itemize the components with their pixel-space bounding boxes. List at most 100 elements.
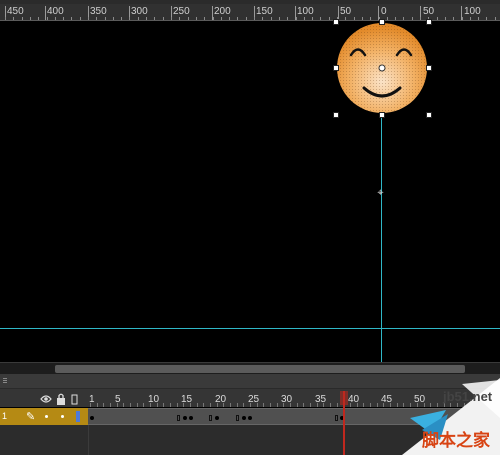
frame-tick [183, 403, 184, 407]
transform-handle-left[interactable] [333, 65, 339, 71]
ruler-minor-tick [221, 17, 222, 20]
ruler-minor-tick [129, 17, 130, 20]
frame-tick [497, 403, 498, 407]
frame-tick [210, 403, 211, 407]
transform-handle-bottom-right[interactable] [426, 112, 432, 118]
transform-handle-bottom-left[interactable] [333, 112, 339, 118]
frame-tick [90, 403, 91, 407]
eye-icon[interactable] [40, 395, 52, 403]
transform-handle-top-right[interactable] [426, 19, 432, 25]
ruler-label: 0 [381, 6, 387, 17]
keyframe[interactable] [242, 416, 246, 420]
frame-tick [310, 403, 311, 407]
panel-grip-icon[interactable] [3, 378, 7, 384]
ruler-minor-tick [96, 17, 97, 20]
keyframe[interactable] [248, 416, 252, 420]
ruler-minor-tick [213, 17, 214, 20]
ruler-minor-tick [362, 17, 363, 20]
layer-name[interactable]: 1 [2, 411, 7, 421]
ruler-minor-tick [329, 17, 330, 20]
ruler-minor-tick [287, 17, 288, 20]
ruler-minor-tick [387, 17, 388, 20]
playhead[interactable] [343, 391, 345, 455]
visibility-dot[interactable] [45, 415, 48, 418]
frame-tick [283, 403, 284, 407]
transform-handle-top-left[interactable] [333, 19, 339, 25]
scrollbar-thumb[interactable] [55, 365, 465, 373]
ruler-minor-tick [271, 17, 272, 20]
watermark-text: 脚本之家 [422, 431, 490, 450]
frame-tick [290, 403, 291, 407]
ruler-minor-tick [395, 17, 396, 20]
transform-handle-right[interactable] [426, 65, 432, 71]
keyframe-end[interactable] [236, 415, 239, 421]
frame-tick [150, 403, 151, 407]
watermark-site: jb51.net [443, 389, 493, 404]
frame-tick [277, 403, 278, 407]
timeline-panel-header [0, 374, 500, 389]
ruler-label: 400 [47, 6, 64, 17]
frame-tick [223, 403, 224, 407]
frame-tick [417, 403, 418, 407]
layer-column-divider [88, 425, 89, 455]
keyframe-end[interactable] [209, 415, 212, 421]
frame-tick [410, 403, 411, 407]
ruler-label: 250 [173, 6, 190, 17]
outline-icon[interactable] [71, 394, 78, 405]
ruler-minor-tick [204, 17, 205, 20]
keyframe-end[interactable] [335, 415, 338, 421]
transform-center-point[interactable] [378, 64, 386, 72]
ruler-minor-tick [486, 17, 487, 20]
lock-icon[interactable] [57, 393, 65, 405]
ruler-minor-tick [478, 17, 479, 20]
frame-tick [390, 403, 391, 407]
ruler-minor-tick [105, 17, 106, 20]
frame-tick [303, 403, 304, 407]
layer-row-selected[interactable]: 1 ✎ [0, 408, 88, 425]
frame-tick [177, 403, 178, 407]
frame-tick [397, 403, 398, 407]
frame-tick [123, 403, 124, 407]
ruler-tick [45, 6, 46, 20]
ruler-minor-tick [296, 17, 297, 20]
ruler-minor-tick [38, 17, 39, 20]
ruler-minor-tick [453, 17, 454, 20]
ruler-minor-tick [30, 17, 31, 20]
ruler-minor-tick [113, 17, 114, 20]
keyframe[interactable] [215, 416, 219, 420]
lock-dot[interactable] [61, 415, 64, 418]
frame-tick [170, 403, 171, 407]
ruler-minor-tick [5, 17, 6, 20]
frame-tick [357, 403, 358, 407]
frame-tick [257, 403, 258, 407]
keyframe[interactable] [90, 416, 94, 420]
frame-tick [110, 403, 111, 407]
frame-tick [270, 403, 271, 407]
transform-handle-top[interactable] [379, 19, 385, 25]
ruler-label: 100 [297, 6, 314, 17]
ruler-minor-tick [470, 17, 471, 20]
keyframe[interactable] [189, 416, 193, 420]
ruler-minor-tick [146, 17, 147, 20]
frame-tick [430, 403, 431, 407]
ruler-minor-tick [304, 17, 305, 20]
horizontal-guide[interactable] [0, 328, 500, 329]
registration-point-icon: ⌖ [377, 187, 384, 199]
ruler-label: 150 [256, 6, 273, 17]
ruler-minor-tick [279, 17, 280, 20]
ruler-minor-tick [13, 17, 14, 20]
ruler-minor-tick [354, 17, 355, 20]
transform-handle-bottom[interactable] [379, 112, 385, 118]
frame-tick [117, 403, 118, 407]
keyframe-end[interactable] [177, 415, 180, 421]
layer-outline-color[interactable] [76, 411, 80, 422]
layer-frames[interactable] [88, 408, 500, 425]
keyframe[interactable] [183, 416, 187, 420]
ruler-minor-tick [462, 17, 463, 20]
ruler-minor-tick [370, 17, 371, 20]
ruler-minor-tick [420, 17, 421, 20]
ruler-minor-tick [412, 17, 413, 20]
frame-tick [263, 403, 264, 407]
smiley-symbol[interactable] [336, 22, 428, 114]
frame-tick [130, 403, 131, 407]
